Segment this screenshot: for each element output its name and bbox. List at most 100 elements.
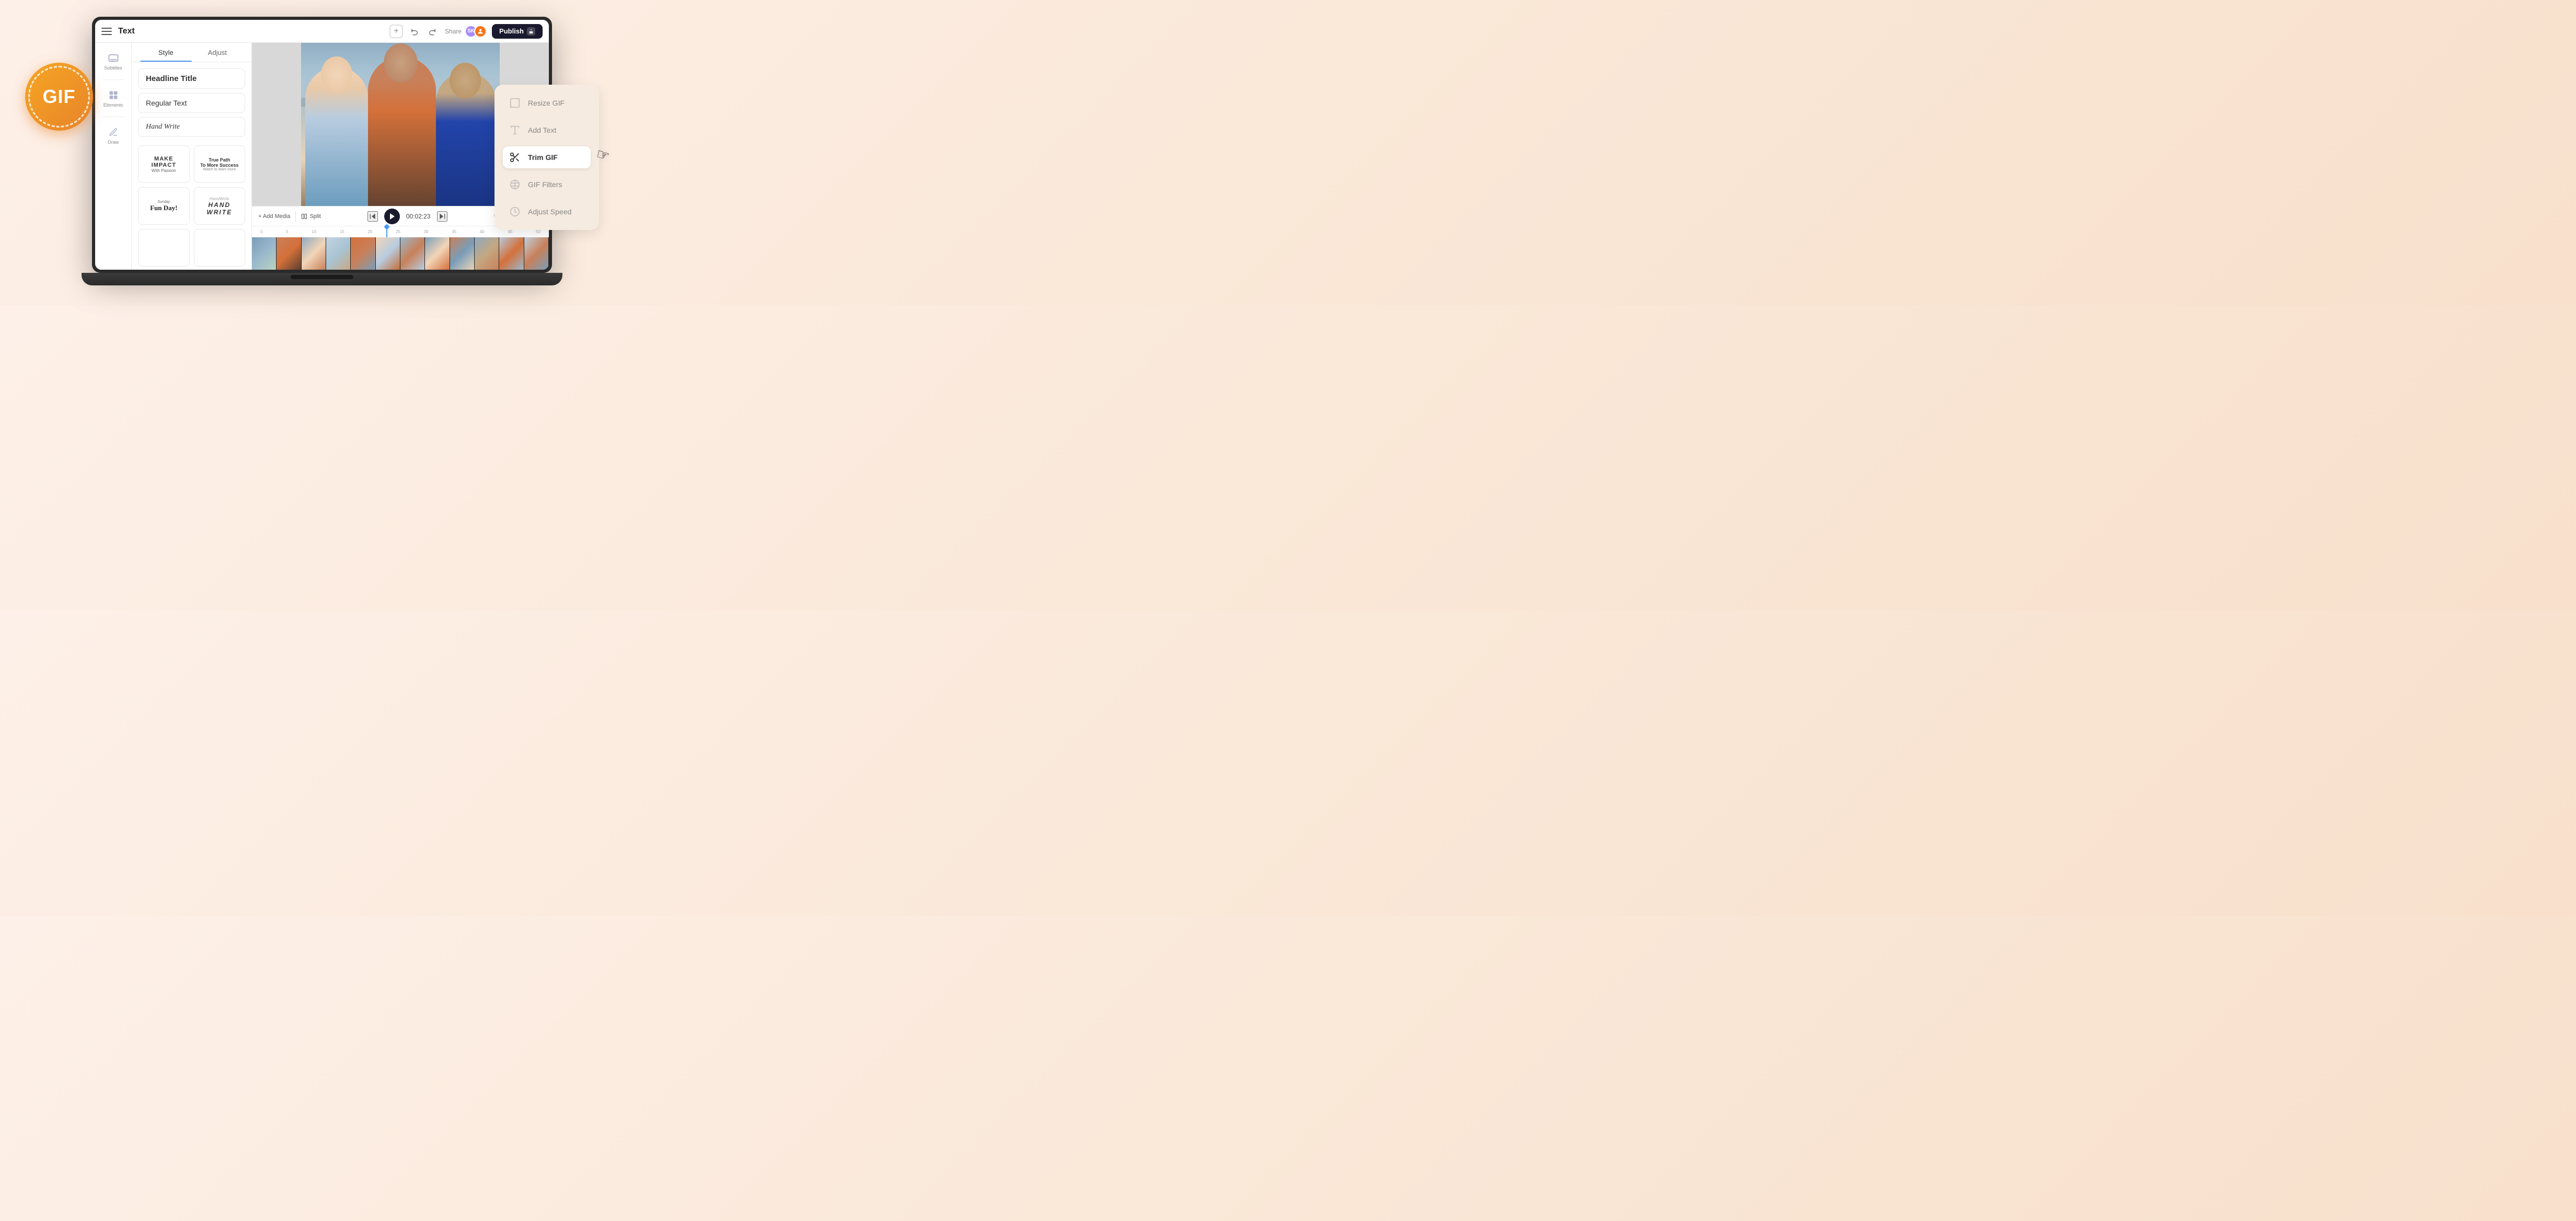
template-empty-1[interactable] [138, 229, 190, 267]
filmstrip [252, 237, 549, 270]
subtitles-icon [108, 52, 119, 64]
add-media-button[interactable]: + Add Media [258, 213, 290, 220]
handwrite-line1: HandWrite [198, 197, 242, 201]
top-bar-right: Share SK Pu [407, 24, 543, 39]
template-true-path-content: True Path To More Success Watch to learn… [200, 157, 238, 171]
template-sunday-content: Sunday Fun Day! [150, 200, 177, 212]
elements-icon [108, 89, 119, 101]
play-icon [390, 213, 395, 220]
time-display: 00:02:23 [406, 213, 431, 220]
make-impact-line1: MAKE IMPACT [142, 156, 186, 168]
tab-style[interactable]: Style [140, 43, 192, 62]
tool-resize-gif[interactable]: Resize GIF [503, 92, 591, 114]
filmstrip-frame-3 [302, 237, 326, 270]
filmstrip-frame-2 [277, 237, 301, 270]
gif-filters-icon [508, 178, 522, 191]
laptop-wrapper: Text + [92, 17, 552, 289]
add-button[interactable]: + [389, 25, 403, 38]
make-impact-line2: With Passion [142, 168, 186, 173]
draw-icon [108, 126, 119, 138]
main-content: Subtitles Elements [95, 43, 549, 270]
filmstrip-frame-4 [326, 237, 351, 270]
tool-trim-gif[interactable]: Trim GIF [503, 146, 591, 168]
play-button[interactable] [384, 209, 400, 224]
filmstrip-frame-9 [450, 237, 475, 270]
share-label: Share [445, 28, 462, 35]
sunday-line1: Sunday [150, 200, 177, 204]
publish-icon [527, 27, 535, 36]
laptop-base [82, 273, 562, 285]
tool-add-text[interactable]: Add Text [503, 119, 591, 141]
avatar-group: SK [465, 25, 487, 38]
true-path-line2: To More Success [200, 163, 238, 168]
figure-group [301, 62, 500, 206]
filmstrip-frame-6 [376, 237, 400, 270]
gif-filters-label: GIF Filters [528, 180, 562, 189]
sidebar-item-elements[interactable]: Elements [100, 86, 126, 110]
template-handwrite-content: HandWrite HAND WRITE [198, 197, 242, 216]
template-grid: MAKE IMPACT With Passion True Path To Mo… [138, 145, 245, 267]
skip-back-icon [369, 212, 377, 221]
gif-badge: GIF [25, 63, 93, 131]
avatar-img [474, 25, 487, 38]
resize-gif-icon [508, 96, 522, 110]
template-make-impact[interactable]: MAKE IMPACT With Passion [138, 145, 190, 183]
tool-adjust-speed[interactable]: Adjust Speed [503, 201, 591, 223]
add-text-icon [508, 123, 522, 137]
skip-forward-icon [438, 212, 446, 221]
sidebar-item-subtitles[interactable]: Subtitles [100, 49, 126, 73]
regular-text-button[interactable]: Regular Text [138, 93, 245, 113]
template-empty-2[interactable] [194, 229, 246, 267]
panel-content: Headline Title Regular Text Hand Write M… [132, 62, 251, 270]
panel-tabs: Style Adjust [132, 43, 251, 62]
headline-title-button[interactable]: Headline Title [138, 68, 245, 89]
filmstrip-frame-7 [400, 237, 425, 270]
split-button[interactable]: Split [301, 213, 320, 220]
playback-controls: 00:02:23 [326, 209, 489, 224]
figure-left [305, 67, 368, 206]
resize-gif-label: Resize GIF [528, 99, 565, 107]
right-panel: Resize GIF Add Text [494, 85, 599, 230]
template-make-impact-content: MAKE IMPACT With Passion [142, 156, 186, 173]
skip-forward-button[interactable] [437, 211, 447, 222]
adjust-speed-icon [508, 205, 522, 218]
undo-button[interactable] [407, 24, 422, 39]
sidebar-divider-1 [103, 79, 124, 80]
photo-sim [301, 43, 500, 206]
split-label: Split [309, 213, 320, 220]
template-sunday-funday[interactable]: Sunday Fun Day! [138, 187, 190, 225]
sidebar-item-draw[interactable]: Draw [100, 123, 126, 147]
handwrite-line2: HAND WRITE [198, 201, 242, 216]
template-true-path[interactable]: True Path To More Success Watch to learn… [194, 145, 246, 183]
share-area: Share SK [445, 25, 487, 38]
tab-adjust[interactable]: Adjust [192, 43, 244, 62]
video-frame [301, 43, 500, 206]
filmstrip-frame-8 [425, 237, 450, 270]
add-media-label: + Add Media [258, 213, 290, 220]
filmstrip-frame-12 [524, 237, 549, 270]
text-panel: Style Adjust Headline Title Regular Text… [132, 43, 252, 270]
true-path-line3: Watch to learn more [200, 168, 238, 171]
skip-back-button[interactable] [367, 211, 378, 222]
sidebar-item-draw-label: Draw [108, 140, 119, 145]
add-text-label: Add Text [528, 126, 556, 134]
top-bar: Text + [95, 20, 549, 43]
undo-redo-group [407, 24, 440, 39]
filmstrip-frame-11 [499, 237, 524, 270]
sunday-line2: Fun Day! [150, 204, 177, 212]
split-icon [301, 213, 307, 220]
ruler-playhead [386, 226, 387, 237]
publish-button[interactable]: Publish [492, 24, 543, 39]
sidebar-item-elements-label: Elements [104, 102, 123, 108]
menu-icon[interactable] [101, 28, 112, 35]
trim-gif-label: Trim GIF [528, 153, 558, 162]
tool-gif-filters[interactable]: GIF Filters [503, 174, 591, 195]
left-sidebar: Subtitles Elements [95, 43, 132, 270]
redo-button[interactable] [425, 24, 440, 39]
sidebar-item-subtitles-label: Subtitles [104, 65, 122, 71]
filmstrip-frame-5 [351, 237, 375, 270]
template-hand-write[interactable]: HandWrite HAND WRITE [194, 187, 246, 225]
filmstrip-frame-1 [252, 237, 277, 270]
true-path-line1: True Path [200, 157, 238, 163]
handwrite-button[interactable]: Hand Write [138, 117, 245, 137]
